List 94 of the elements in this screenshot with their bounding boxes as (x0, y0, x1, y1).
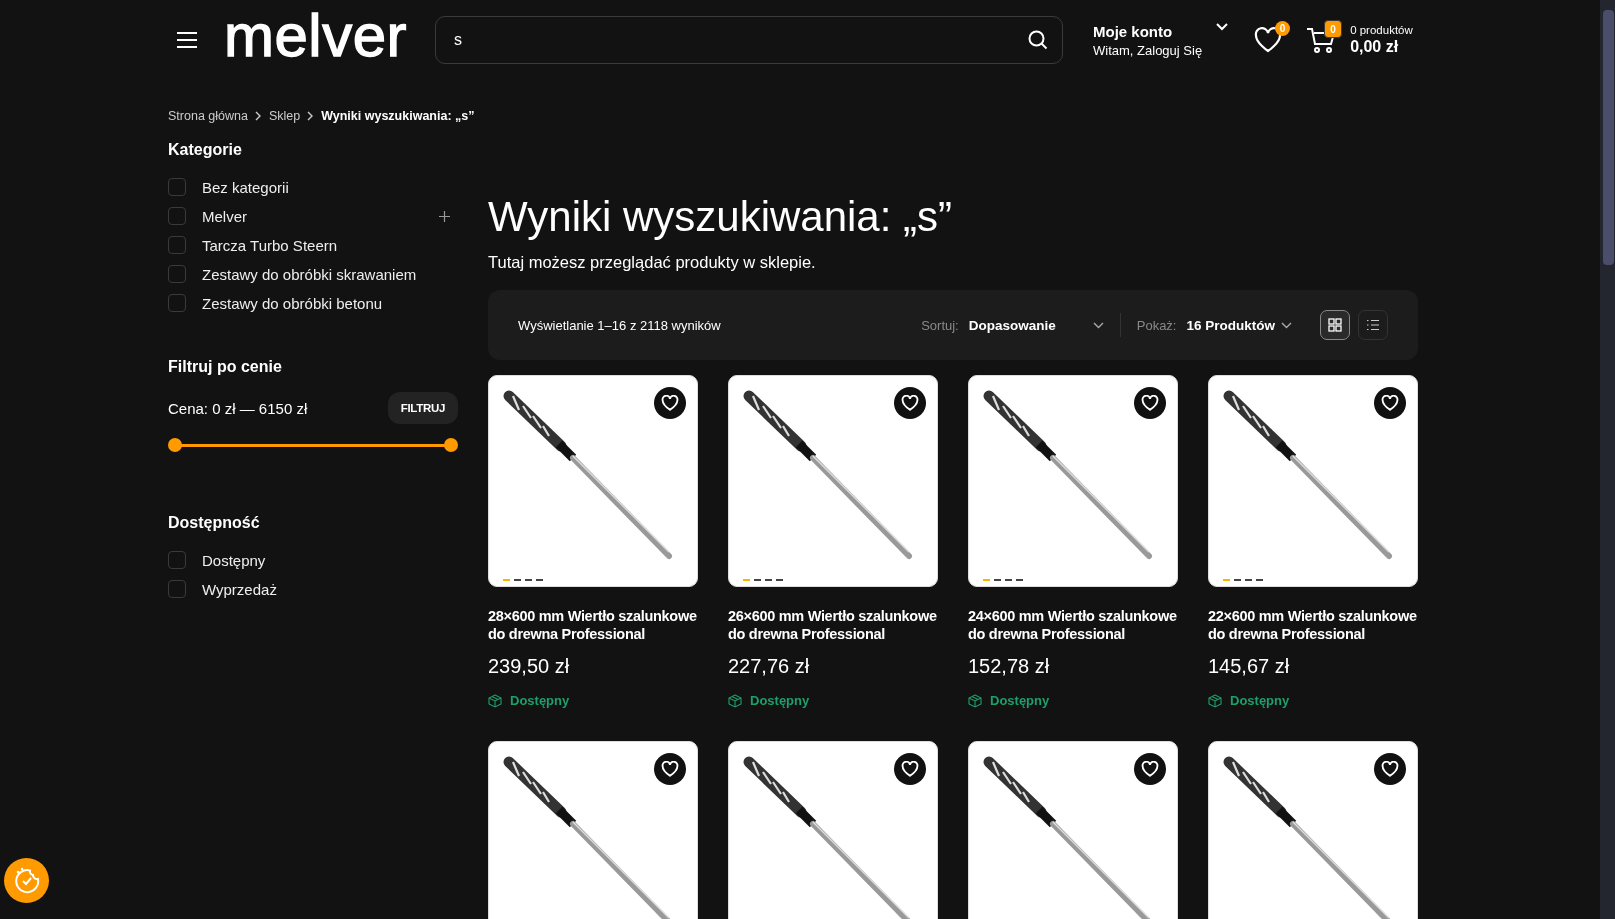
menu-icon[interactable] (176, 32, 198, 48)
availability-label[interactable]: Dostępny (202, 551, 266, 569)
login-link[interactable]: Witam, Zaloguj Się (1093, 42, 1203, 58)
product-price: 239,50 zł (488, 655, 571, 678)
wishlist-button[interactable] (654, 387, 686, 419)
product-price: 145,67 zł (1208, 655, 1291, 678)
logo[interactable]: melver (224, 6, 408, 74)
product-price: 227,76 zł (728, 655, 811, 678)
checkbox[interactable] (168, 294, 186, 312)
product-name[interactable]: 22×600 mm Wiertło szalunkowe do drewna Professional (1208, 607, 1418, 643)
page-title: Wyniki wyszukiwania: „s” (488, 193, 954, 241)
product-image[interactable] (1208, 375, 1418, 587)
plus-icon[interactable] (439, 210, 450, 222)
checkbox[interactable] (168, 265, 186, 283)
price-range-label: Cena: 0 zł — 6150 zł (168, 399, 308, 417)
filter-button[interactable]: FILTRUJ (387, 392, 458, 424)
category-label[interactable]: Melver (202, 207, 247, 225)
section-heading: Filtruj po cenie (168, 358, 283, 376)
availability-status: Dostępny (990, 693, 1050, 708)
wishlist-button[interactable] (654, 753, 686, 785)
wishlist-button[interactable] (894, 753, 926, 785)
grid-view-button[interactable] (1320, 310, 1350, 340)
section-heading: Dostępność (168, 514, 261, 532)
product-image[interactable] (1208, 741, 1418, 919)
availability-status: Dostępny (510, 693, 570, 708)
category-label[interactable]: Bez kategorii (202, 178, 289, 196)
cart-total: 0,00 zł (1350, 38, 1400, 56)
product-image[interactable] (728, 741, 938, 919)
checkbox[interactable] (168, 551, 186, 569)
account-title[interactable]: Moje konto (1093, 22, 1203, 40)
product-image[interactable] (728, 375, 938, 587)
product-name[interactable]: 24×600 mm Wiertło szalunkowe do drewna Professional (968, 607, 1178, 643)
category-label[interactable]: Tarcza Turbo Steern (202, 236, 338, 254)
breadcrumb-item[interactable]: Sklep (268, 109, 301, 123)
checkbox[interactable] (168, 236, 186, 254)
show-label: Pokaż: (1136, 317, 1177, 333)
box-icon (488, 693, 502, 708)
price-slider[interactable] (168, 438, 458, 452)
cart-count-badge: 0 (1324, 20, 1343, 38)
slider-handle[interactable] (444, 438, 458, 452)
heart-icon[interactable] (1141, 395, 1159, 411)
slider-handle[interactable] (168, 438, 182, 452)
grid-icon[interactable] (1328, 318, 1342, 332)
heart-icon[interactable] (661, 395, 679, 411)
availability-label[interactable]: Wyprzedaż (202, 580, 277, 598)
search-icon[interactable] (1027, 29, 1050, 51)
list-view-button[interactable] (1358, 310, 1388, 340)
product-image[interactable] (488, 741, 698, 919)
wishlist-button[interactable] (894, 387, 926, 419)
scrollbar[interactable] (1600, 0, 1615, 919)
heart-icon[interactable] (661, 761, 679, 777)
breadcrumb-item: Wyniki wyszukiwania: „s” (321, 109, 475, 123)
per-page-dropdown[interactable]: 16 Produktów (1186, 317, 1292, 333)
box-icon (1208, 693, 1222, 708)
chevron-down-icon[interactable] (1281, 321, 1292, 329)
cart-items-count: 0 produktów (1350, 24, 1413, 36)
product-price: 152,78 zł (968, 655, 1051, 678)
availability-status: Dostępny (1230, 693, 1290, 708)
chevron-right-icon (254, 111, 262, 121)
heart-icon[interactable] (1141, 761, 1159, 777)
category-label[interactable]: Zestawy do obróbki skrawaniem (202, 265, 417, 283)
wishlist-button[interactable] (1374, 753, 1406, 785)
checkbox[interactable] (168, 178, 186, 196)
result-count: Wyświetlanie 1–16 z 2118 wyników (518, 317, 721, 333)
product-image[interactable] (968, 375, 1178, 587)
list-icon[interactable] (1366, 319, 1380, 331)
product-name[interactable]: 28×600 mm Wiertło szalunkowe do drewna Professional (488, 607, 698, 643)
wishlist-button[interactable] (1134, 753, 1166, 785)
checkbox[interactable] (168, 207, 186, 225)
availability-status: Dostępny (750, 693, 810, 708)
checkbox[interactable] (168, 580, 186, 598)
search-field[interactable]: s (435, 16, 1064, 64)
chevron-down-icon[interactable] (1092, 321, 1104, 329)
wishlist-button[interactable] (1374, 387, 1406, 419)
heart-icon[interactable] (901, 395, 919, 411)
box-icon (968, 693, 982, 708)
breadcrumb-item[interactable]: Strona główna (168, 109, 248, 123)
product-image[interactable] (488, 375, 698, 587)
heart-icon[interactable] (901, 761, 919, 777)
page-subtitle: Tutaj możesz przeglądać produkty w sklepie. (488, 253, 817, 272)
product-image[interactable] (968, 741, 1178, 919)
heart-icon[interactable] (1381, 395, 1399, 411)
product-name[interactable]: 26×600 mm Wiertło szalunkowe do drewna Professional (728, 607, 938, 643)
heart-icon[interactable] (1381, 761, 1399, 777)
cookie-settings-button[interactable] (4, 858, 49, 903)
wishlist-count-badge: 0 (1275, 21, 1291, 36)
sort-label: Sortuj: (921, 317, 959, 333)
wishlist-button[interactable] (1134, 387, 1166, 419)
category-label[interactable]: Zestawy do obróbki betonu (202, 294, 383, 312)
chevron-right-icon (307, 111, 315, 121)
sort-dropdown[interactable]: Dopasowanie (968, 317, 1104, 333)
section-heading: Kategorie (168, 141, 243, 159)
cart-icon[interactable] (1306, 26, 1337, 54)
box-icon (728, 693, 742, 708)
